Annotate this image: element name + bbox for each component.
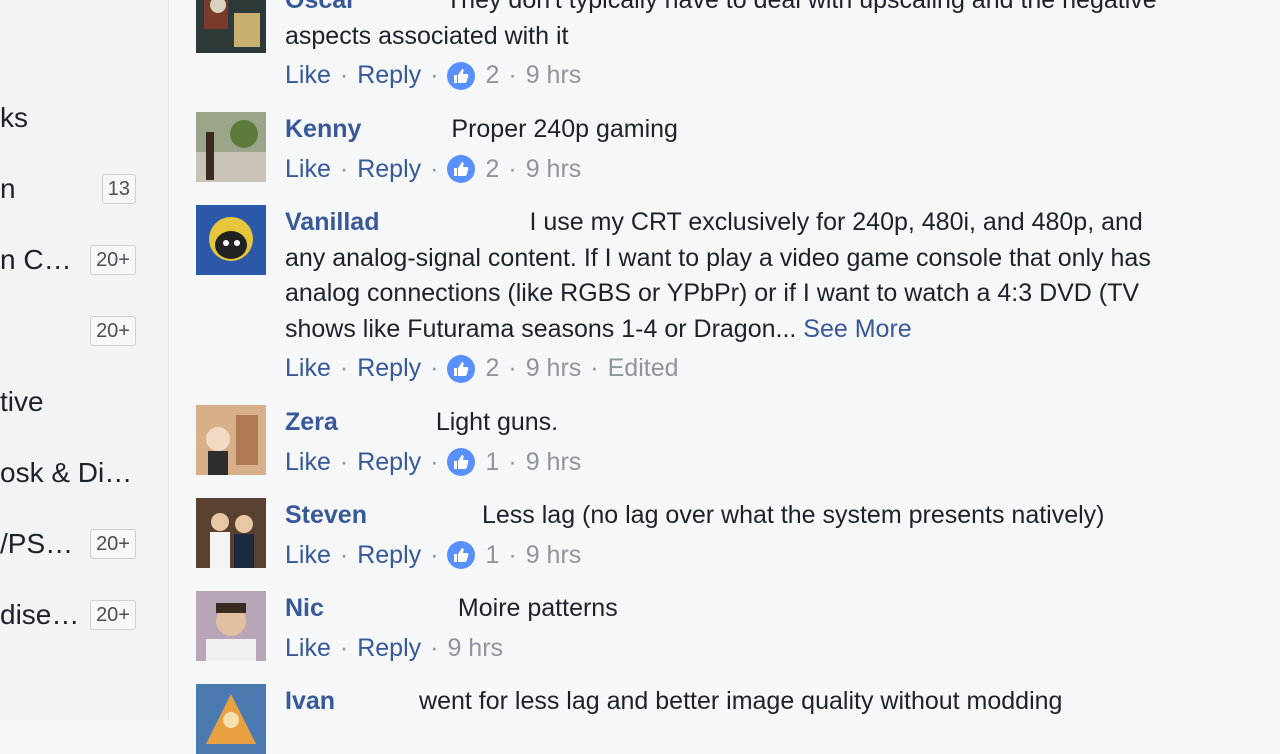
like-link[interactable]: Like	[285, 631, 331, 666]
sidebar-item-6[interactable]: osk & Di…	[0, 453, 150, 493]
comment-text: Ivan went for less lag and better image q…	[285, 687, 1063, 715]
comment-text-line: aspects associated with it	[285, 21, 569, 50]
sidebar-item-1[interactable]: ks	[0, 98, 150, 138]
like-link[interactable]: Like	[285, 152, 331, 187]
avatar[interactable]	[196, 498, 266, 568]
comment-body: Ivan went for less lag and better image q…	[285, 684, 1245, 720]
comment-text: Steven Less lag (no lag over what the sys…	[285, 501, 1105, 529]
reply-link[interactable]: Reply	[357, 152, 421, 187]
comment-body: Kenny Proper 240p gaming Like · Reply · 2…	[285, 112, 1245, 187]
sidebar-item-label: dise…	[0, 599, 80, 630]
comment-author[interactable]: Ivan	[285, 687, 335, 715]
edited-label[interactable]: Edited	[608, 351, 679, 386]
thumbs-up-icon[interactable]	[447, 354, 476, 383]
comment-actions: Like · Reply · 2 · 9 hrs	[285, 58, 1245, 93]
comment-body: Oscar They don't typically have to deal w…	[285, 0, 1245, 93]
thumbs-up-icon[interactable]	[447, 61, 476, 90]
comment-text: Kenny Proper 240p gaming	[285, 115, 678, 143]
comment-text-line: any analog-signal content. If I want to …	[285, 243, 1151, 272]
count-badge: 20+	[90, 245, 136, 275]
avatar[interactable]	[196, 205, 266, 275]
comment-body: Vanillad I use my CRT exclusively for 240…	[285, 205, 1245, 386]
comment-actions: Like · Reply · 2 · 9 hrs	[285, 152, 1245, 187]
avatar[interactable]	[196, 591, 266, 661]
like-link[interactable]: Like	[285, 58, 331, 93]
avatar[interactable]	[196, 0, 266, 53]
sidebar-item-7[interactable]: /PS… 20+	[0, 524, 150, 564]
comment-body: Steven Less lag (no lag over what the sys…	[285, 498, 1245, 573]
sidebar-item-label: tive	[0, 386, 44, 417]
sidebar-item-label: /PS…	[0, 528, 74, 559]
comment-author[interactable]: Steven	[285, 501, 367, 529]
comment-body: Zera Light guns. Like · Reply · 1 · 9 hrs	[285, 405, 1245, 480]
like-count: 2	[485, 61, 500, 89]
timestamp[interactable]: 9 hrs	[526, 58, 582, 93]
comment-text: Vanillad I use my CRT exclusively for 240…	[285, 208, 1143, 236]
sidebar-item-4[interactable]: 20+	[0, 311, 150, 351]
timestamp[interactable]: 9 hrs	[526, 351, 582, 386]
see-more-link[interactable]: See More	[803, 315, 911, 343]
avatar[interactable]	[196, 112, 266, 182]
sidebar-item-label: ks	[0, 102, 28, 133]
comment-author[interactable]: Nic	[285, 594, 324, 622]
timestamp[interactable]: 9 hrs	[526, 538, 582, 573]
reply-link[interactable]: Reply	[357, 538, 421, 573]
like-link[interactable]: Like	[285, 445, 331, 480]
comment-text-line: analog connections (like RGBS or YPbPr) …	[285, 279, 1140, 307]
timestamp[interactable]: 9 hrs	[526, 152, 582, 187]
sidebar-item-8[interactable]: dise… 20+	[0, 595, 150, 635]
comment-author[interactable]: Zera	[285, 408, 338, 436]
comment-actions: Like · Reply · 1 · 9 hrs	[285, 445, 1245, 480]
comment-actions: Like · Reply · 9 hrs	[285, 631, 1245, 666]
comment-author[interactable]: Oscar	[285, 0, 356, 14]
comment-text: Oscar They don't typically have to deal w…	[285, 0, 1245, 19]
thumbs-up-icon[interactable]	[447, 541, 476, 569]
sidebar-item-5[interactable]: tive	[0, 382, 150, 422]
reply-link[interactable]: Reply	[357, 58, 421, 93]
comment-text: Nic Moire patterns	[285, 594, 618, 622]
sidebar-item-label: n	[0, 173, 16, 204]
timestamp[interactable]: 9 hrs	[447, 631, 503, 666]
count-badge: 20+	[90, 600, 136, 630]
comment-actions: Like · Reply · 2 · 9 hrs · Edited	[285, 351, 1245, 386]
avatar[interactable]	[196, 405, 266, 475]
like-link[interactable]: Like	[285, 351, 331, 386]
comment-author[interactable]: Kenny	[285, 115, 361, 143]
count-badge: 20+	[90, 529, 136, 559]
timestamp[interactable]: 9 hrs	[526, 445, 582, 480]
sidebar-item-2[interactable]: n 13	[0, 169, 150, 209]
count-badge: 13	[101, 174, 136, 204]
like-count: 2	[485, 354, 500, 382]
comment-author[interactable]: Vanillad	[285, 208, 379, 236]
sidebar-item-label: n C…	[0, 244, 72, 275]
comment-body: Nic Moire patterns Like · Reply · 9 hrs	[285, 591, 1245, 666]
comment-actions: Like · Reply · 1 · 9 hrs	[285, 538, 1245, 573]
comment-text-line: shows like Futurama seasons 1-4 or Drago…	[285, 314, 912, 343]
reply-link[interactable]: Reply	[357, 351, 421, 386]
avatar[interactable]	[196, 684, 266, 754]
thumbs-up-icon[interactable]	[447, 448, 476, 476]
reply-link[interactable]: Reply	[357, 445, 421, 480]
sidebar-item-label: osk & Di…	[0, 457, 133, 488]
like-count: 1	[485, 447, 500, 476]
like-count: 1	[485, 540, 500, 569]
like-count: 2	[485, 154, 500, 183]
like-link[interactable]: Like	[285, 538, 331, 573]
thumbs-up-icon[interactable]	[447, 155, 476, 183]
count-badge: 20+	[90, 316, 136, 346]
reply-link[interactable]: Reply	[357, 631, 421, 666]
left-sidebar: ks n 13 n C… 20+ 20+ tive osk & Di… /PS……	[0, 0, 169, 720]
comment-text: Zera Light guns.	[285, 408, 559, 436]
sidebar-item-3[interactable]: n C… 20+	[0, 240, 150, 280]
